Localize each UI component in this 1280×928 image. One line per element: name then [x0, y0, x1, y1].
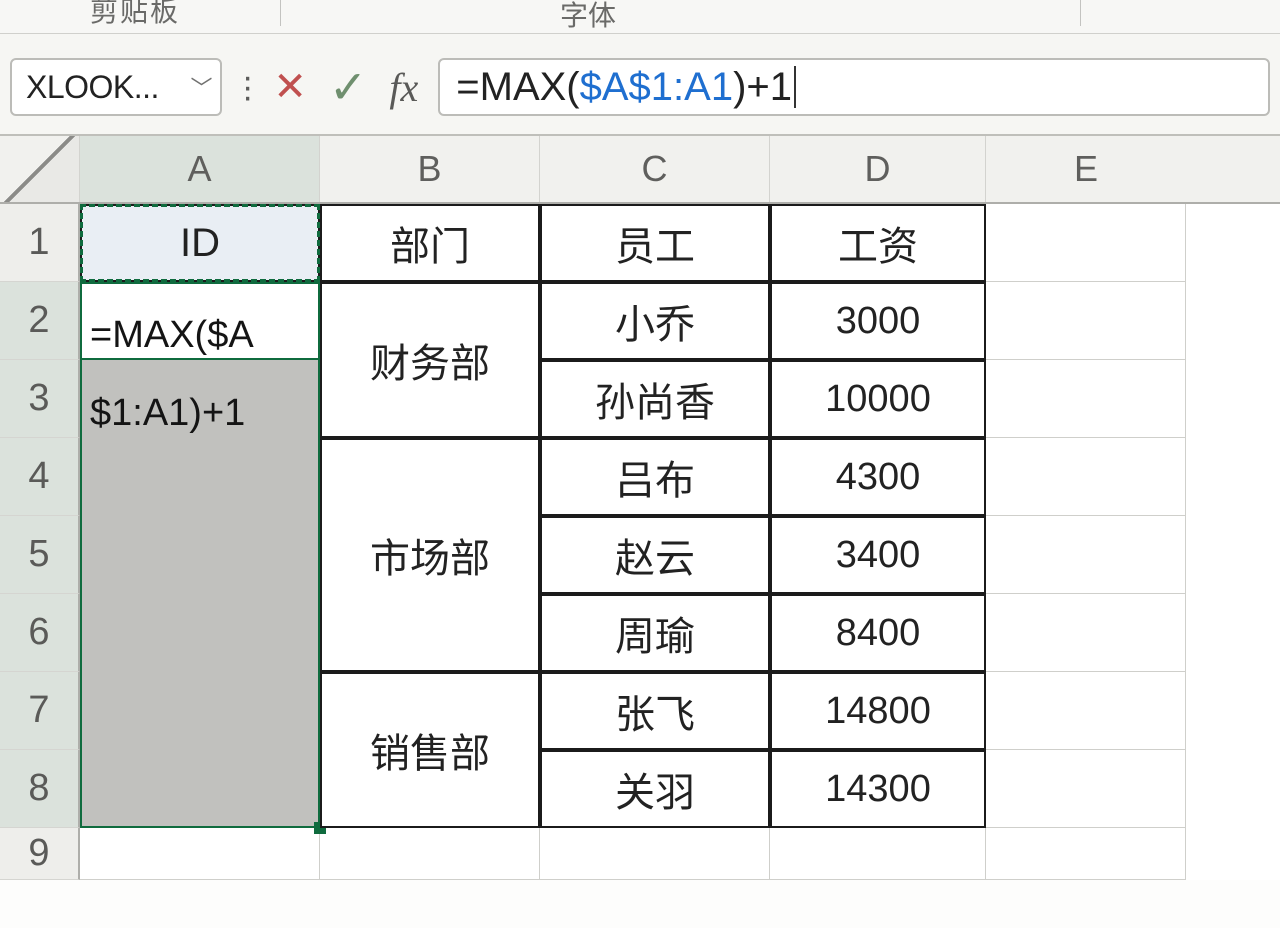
ribbon-group-clipboard: 剪贴板 [90, 0, 180, 30]
ribbon-separator [280, 0, 281, 26]
cell-D6[interactable]: 8400 [770, 594, 986, 672]
column-header-row: A B C D E [0, 136, 1280, 204]
row-header-3[interactable]: 3 [0, 360, 80, 438]
cell-D3[interactable]: 10000 [770, 360, 986, 438]
row-header-9[interactable]: 9 [0, 828, 80, 880]
cancel-icon[interactable]: ✕ [273, 64, 307, 110]
formula-bar: XLOOK... ﹀ ··· ✕ ✓ fx =MAX($A$1:A1)+1 [0, 34, 1280, 136]
accept-icon[interactable]: ✓ [329, 76, 368, 99]
cell-C1[interactable]: 员工 [540, 204, 770, 282]
cell-C8[interactable]: 关羽 [540, 750, 770, 828]
column-header-C[interactable]: C [540, 136, 770, 202]
row-header-1[interactable]: 1 [0, 204, 80, 282]
cell-B1[interactable]: 部门 [320, 204, 540, 282]
row-header-7[interactable]: 7 [0, 672, 80, 750]
cell-B4-merged[interactable]: 市场部 [320, 438, 540, 672]
cell-C2[interactable]: 小乔 [540, 282, 770, 360]
name-box[interactable]: XLOOK... ﹀ [10, 58, 222, 116]
formula-input[interactable]: =MAX($A$1:A1)+1 [438, 58, 1270, 116]
cell-D8[interactable]: 14300 [770, 750, 986, 828]
cell-D7[interactable]: 14800 [770, 672, 986, 750]
cell-C7[interactable]: 张飞 [540, 672, 770, 750]
formula-text-suffix: )+1 [733, 65, 792, 110]
ribbon-bottom-edge: 剪贴板 字体 [0, 0, 1280, 34]
name-box-text: XLOOK... [26, 69, 159, 106]
cell-D4[interactable]: 4300 [770, 438, 986, 516]
text-caret [794, 66, 796, 108]
row-header-8[interactable]: 8 [0, 750, 80, 828]
select-all-triangle[interactable] [0, 136, 80, 202]
row-header-5[interactable]: 5 [0, 516, 80, 594]
worksheet[interactable]: A B C D E 1 2 3 4 5 6 7 8 9 ID [0, 136, 1280, 880]
cell-C4[interactable]: 吕布 [540, 438, 770, 516]
chevron-down-icon[interactable]: ﹀ [190, 71, 212, 103]
cell-B7-merged[interactable]: 销售部 [320, 672, 540, 828]
cell-C3[interactable]: 孙尚香 [540, 360, 770, 438]
row-header-4[interactable]: 4 [0, 438, 80, 516]
editing-cell-overlay: =MAX($A $1:A1)+1 [80, 282, 320, 438]
cell-C6[interactable]: 周瑜 [540, 594, 770, 672]
row-header-6[interactable]: 6 [0, 594, 80, 672]
ribbon-group-font: 字体 [560, 0, 616, 34]
formula-bar-grip-icon: ··· [242, 72, 253, 102]
cell-A1[interactable]: ID [80, 204, 320, 282]
grid-body: 1 2 3 4 5 6 7 8 9 ID 部门 员工 工资 [0, 204, 1280, 880]
cell-C5[interactable]: 赵云 [540, 516, 770, 594]
formula-text-ref: $A$1:A1 [580, 65, 733, 110]
cell-B2-merged[interactable]: 财务部 [320, 282, 540, 438]
formula-text-prefix: =MAX( [456, 65, 579, 110]
cell-D2[interactable]: 3000 [770, 282, 986, 360]
column-header-B[interactable]: B [320, 136, 540, 202]
column-header-A[interactable]: A [80, 136, 320, 202]
column-header-D[interactable]: D [770, 136, 986, 202]
cell-D1[interactable]: 工资 [770, 204, 986, 282]
fx-icon[interactable]: fx [389, 64, 418, 111]
formula-edit-buttons: ✕ ✓ fx [273, 64, 418, 111]
ribbon-separator [1080, 0, 1081, 26]
row-header-2[interactable]: 2 [0, 282, 80, 360]
column-header-E[interactable]: E [986, 136, 1186, 202]
cell-D5[interactable]: 3400 [770, 516, 986, 594]
